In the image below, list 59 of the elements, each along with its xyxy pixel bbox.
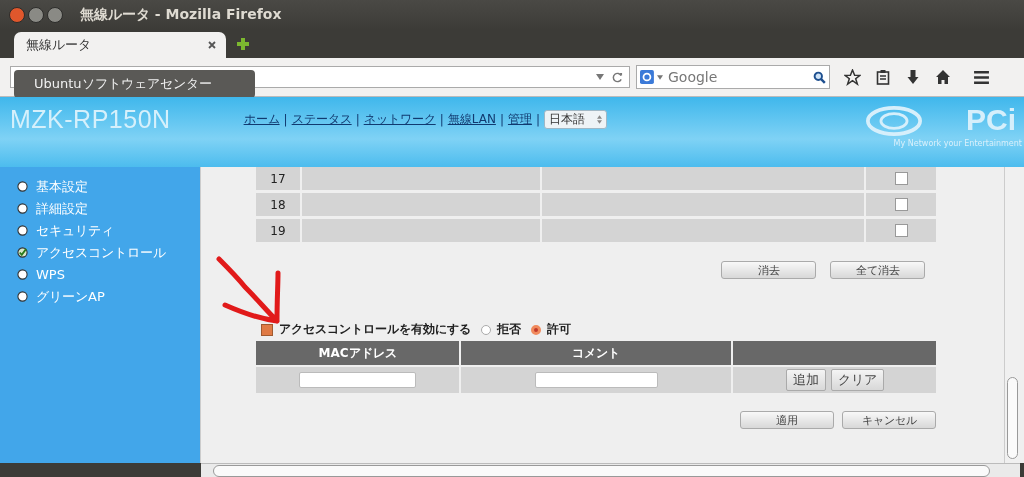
search-icon[interactable] (812, 69, 826, 85)
dropdown-icon[interactable] (656, 74, 663, 80)
checkbox[interactable] (894, 172, 908, 185)
checkbox[interactable] (261, 323, 273, 336)
dropdown-icon[interactable] (596, 74, 604, 80)
comment-field[interactable] (534, 372, 658, 388)
search-field[interactable]: Google (636, 65, 830, 89)
action-button[interactable]: 適用 (740, 411, 834, 429)
checkbox-label[interactable]: アクセスコントロールを有効にする (261, 321, 471, 338)
language-select[interactable]: 日本語 (544, 110, 607, 129)
tagline: My Network your Entertainment (893, 139, 1022, 148)
table-cell: 19 (256, 219, 300, 242)
radio-button[interactable] (481, 324, 491, 335)
reload-icon[interactable] (612, 71, 623, 83)
star-icon[interactable] (844, 68, 861, 86)
nav-link[interactable]: ネットワーク (363, 111, 436, 128)
action-button[interactable]: キャンセル (842, 411, 936, 429)
close-icon[interactable] (9, 7, 25, 23)
maximize-icon[interactable] (47, 7, 63, 23)
action-button[interactable]: 追加 (785, 369, 826, 391)
new-tab-icon[interactable] (236, 37, 250, 51)
separator: | (535, 112, 540, 127)
nav-link[interactable]: 管理 (507, 111, 532, 128)
logo-text: PCi (966, 103, 1016, 137)
separator: | (283, 112, 288, 127)
minimize-icon[interactable] (28, 7, 44, 23)
table-cell: 18 (256, 193, 300, 216)
clipboard-icon[interactable] (875, 69, 891, 85)
menu-icon[interactable] (973, 68, 990, 86)
scrollbar[interactable] (201, 463, 1020, 477)
nav-link[interactable]: ステータス (291, 111, 352, 128)
action-button[interactable]: 全て消去 (830, 261, 925, 279)
separator: | (499, 112, 504, 127)
column-header: コメント (461, 341, 731, 365)
separator: | (355, 112, 360, 127)
nav-link[interactable]: 無線LAN (447, 111, 496, 128)
window-title: 無線ルータ - Mozilla Firefox (80, 6, 282, 24)
spinner-icon[interactable] (597, 115, 602, 124)
download-icon[interactable] (905, 69, 921, 85)
column-header: MACアドレス (256, 341, 459, 365)
checkbox[interactable] (894, 224, 908, 237)
action-button[interactable]: クリア (830, 369, 884, 391)
action-button[interactable]: 消去 (721, 261, 816, 279)
tooltip: Ubuntuソフトウェアセンター (14, 70, 255, 98)
nav-link[interactable]: ホーム (243, 111, 280, 128)
checkbox[interactable] (894, 198, 908, 211)
close-icon[interactable] (208, 41, 216, 49)
google-icon[interactable] (640, 69, 654, 85)
separator: | (439, 112, 444, 127)
logo-icon (866, 105, 922, 137)
brand-title: MZK-RP150N (10, 105, 171, 134)
scrollbar[interactable] (1004, 167, 1020, 463)
radio-option[interactable]: 許可 (531, 321, 571, 338)
home-icon[interactable] (935, 69, 951, 85)
mac-address-field[interactable] (299, 372, 416, 388)
radio-option[interactable]: 拒否 (481, 321, 521, 338)
table-cell: 17 (256, 167, 300, 190)
radio-button[interactable] (531, 324, 541, 335)
browser-tab[interactable]: 無線ルータ (14, 32, 226, 58)
